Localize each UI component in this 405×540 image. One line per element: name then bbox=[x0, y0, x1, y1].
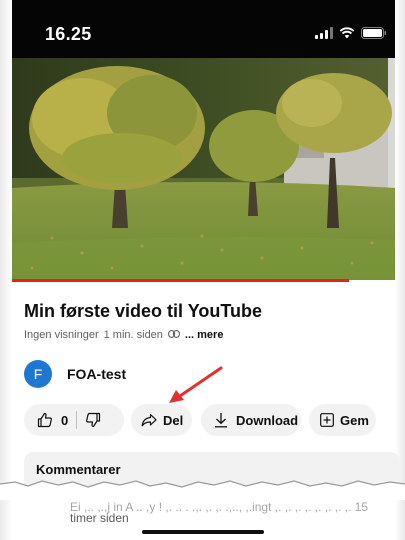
add-to-playlist-icon bbox=[320, 413, 334, 427]
like-divider bbox=[76, 411, 78, 429]
status-icons bbox=[315, 27, 387, 39]
video-frame bbox=[12, 58, 395, 280]
wifi-icon bbox=[339, 27, 355, 39]
annotation-arrow bbox=[169, 366, 223, 403]
battery-icon bbox=[361, 27, 387, 39]
channel-avatar[interactable]: F bbox=[24, 360, 52, 388]
save-label: Gem bbox=[340, 412, 369, 428]
video-player[interactable] bbox=[12, 58, 395, 280]
video-progress-bar[interactable] bbox=[12, 279, 349, 282]
view-count: Ingen visninger bbox=[24, 329, 99, 341]
download-icon bbox=[215, 413, 227, 428]
share-label: Del bbox=[163, 412, 184, 428]
video-meta: Ingen visninger 1 min. siden ... mere bbox=[24, 329, 223, 341]
thumbs-up-icon bbox=[37, 412, 52, 428]
thumbs-down-icon bbox=[86, 412, 101, 428]
suggested-age: timer siden bbox=[70, 511, 129, 525]
download-button[interactable]: Download bbox=[201, 404, 301, 436]
dislike-button[interactable] bbox=[85, 412, 101, 428]
share-button[interactable]: Del bbox=[131, 404, 192, 436]
status-time: 16.25 bbox=[45, 24, 92, 44]
more-link[interactable]: ... mere bbox=[185, 329, 224, 341]
share-icon bbox=[141, 413, 157, 427]
unlisted-link-icon bbox=[167, 329, 180, 341]
channel-name[interactable]: FOA-test bbox=[67, 366, 126, 382]
torn-edge bbox=[0, 480, 405, 500]
home-indicator bbox=[142, 530, 264, 534]
status-bar: 16.25 bbox=[12, 0, 395, 58]
like-dislike-group: 0 bbox=[24, 404, 124, 436]
download-label: Download bbox=[236, 412, 299, 428]
upload-age: 1 min. siden bbox=[103, 329, 163, 341]
video-title: Min første video til YouTube bbox=[24, 301, 263, 321]
like-count: 0 bbox=[61, 412, 69, 428]
left-edge-shadow bbox=[0, 0, 12, 540]
signal-icon bbox=[315, 27, 333, 39]
phone-screen: 16.25 Min første video til YouTube Ingen… bbox=[0, 0, 405, 540]
like-button[interactable]: 0 bbox=[37, 412, 68, 428]
save-button[interactable]: Gem bbox=[309, 404, 376, 436]
